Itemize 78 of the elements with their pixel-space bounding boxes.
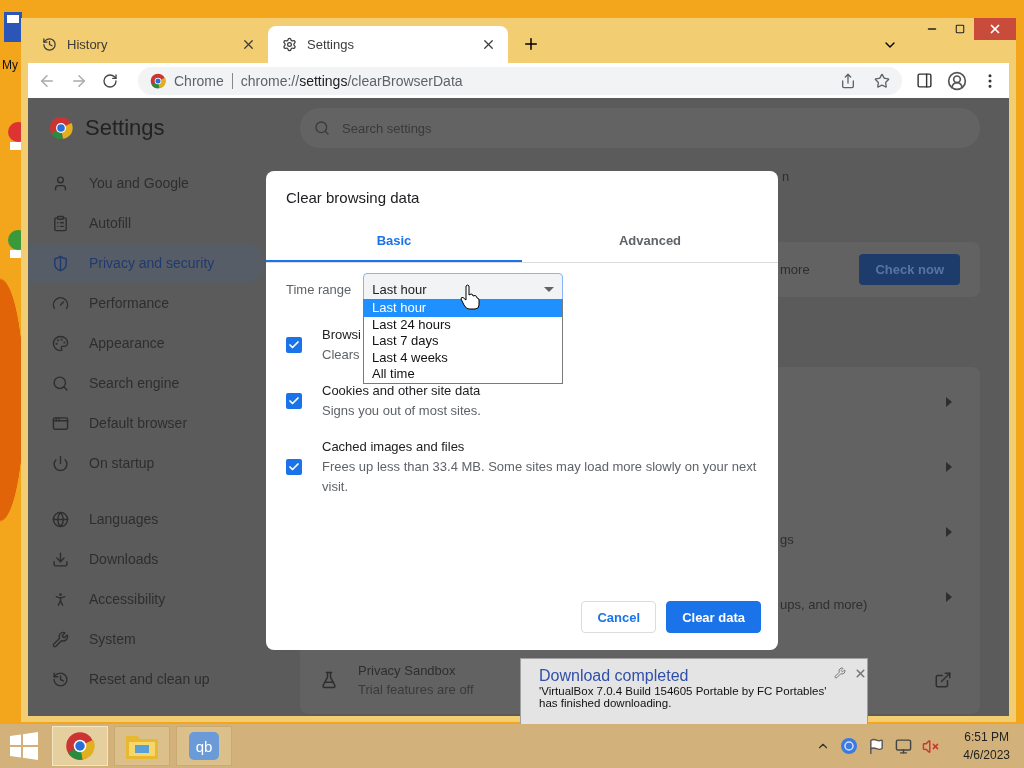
item-description: Signs you out of most sites.	[322, 402, 481, 420]
dropdown-option[interactable]: Last hour	[364, 300, 562, 317]
search-icon	[52, 374, 69, 392]
flask-icon	[320, 670, 338, 689]
network-icon[interactable]	[895, 737, 913, 755]
dialog-title: Clear browsing data	[286, 189, 421, 206]
chrome-logo-icon	[65, 731, 95, 761]
flag-icon[interactable]	[868, 737, 886, 755]
clipboard-icon	[52, 214, 69, 232]
gauge-icon	[52, 294, 69, 312]
address-bar[interactable]: Chrome chrome://settings/clearBrowserData	[138, 66, 902, 95]
tab-title: History	[67, 37, 109, 52]
profile-icon[interactable]	[947, 70, 967, 91]
download-icon	[52, 550, 69, 568]
desktop-icon-label[interactable]: My	[2, 58, 18, 72]
site-label: Chrome	[174, 72, 224, 89]
notification-title: Download completed	[539, 667, 690, 685]
notification-message: has finished downloading.	[539, 697, 673, 709]
palette-icon	[52, 334, 69, 352]
chrome-logo-icon	[150, 72, 166, 89]
checkbox[interactable]	[286, 393, 302, 409]
check-now-button[interactable]: Check now	[859, 254, 960, 285]
item-title: Cached images and files	[322, 438, 465, 456]
settings-icon	[282, 37, 297, 52]
wrench-icon[interactable]	[834, 667, 847, 679]
check-icon	[288, 395, 300, 407]
url-text: chrome://settings/clearBrowserData	[240, 72, 463, 89]
browser-tab[interactable]: Settings	[268, 26, 508, 63]
checkbox[interactable]	[286, 459, 302, 475]
side-panel-icon[interactable]	[916, 72, 933, 89]
search-icon	[314, 120, 330, 136]
item-title: Browsi	[322, 326, 361, 344]
close-icon[interactable]	[481, 37, 496, 52]
globe-icon	[52, 510, 69, 528]
caret-icon	[544, 287, 555, 292]
taskbar-app-button[interactable]: qb	[176, 726, 232, 766]
item-title: Cookies and other site data	[322, 382, 481, 400]
maximize-icon	[955, 24, 965, 34]
page-title: Settings	[85, 115, 165, 141]
new-tab-icon[interactable]	[522, 35, 540, 53]
close-button[interactable]	[974, 18, 1016, 40]
item-description: Clears	[322, 346, 360, 364]
sidebar-item[interactable]: Privacy and security	[28, 243, 265, 283]
folder-icon	[126, 733, 158, 759]
start-icon[interactable]	[10, 732, 38, 760]
bookmark-icon[interactable]	[874, 72, 890, 89]
clock[interactable]: 6:51 PM 4/6/2023	[963, 728, 1010, 764]
checkbox[interactable]	[286, 337, 302, 353]
share-icon[interactable]	[840, 72, 856, 89]
chevron-right-icon	[946, 461, 952, 472]
power-icon	[52, 454, 69, 472]
reload-icon[interactable]	[102, 72, 118, 89]
cancel-button[interactable]: Cancel	[581, 601, 657, 633]
tray-app-icon[interactable]	[840, 737, 859, 755]
tab-title: Settings	[307, 37, 355, 52]
dialog-tab[interactable]: Basic	[266, 220, 522, 262]
field-label: Time range	[286, 282, 352, 297]
clear-data-button[interactable]: Clear data	[666, 601, 761, 633]
history-icon	[42, 37, 57, 52]
notification-message: 'VirtualBox 7.0.4 Build 154605 Portable by FC Portables'	[539, 685, 827, 697]
close-icon	[988, 22, 1002, 36]
shield-icon	[52, 254, 69, 272]
speaker-muted-icon[interactable]	[922, 737, 940, 755]
chevron-right-icon	[946, 396, 952, 407]
check-icon	[288, 339, 300, 351]
check-icon	[288, 461, 300, 473]
item-description: Frees up less than 33.4 MB. Some sites may load more slowly on your next visit.	[322, 458, 758, 496]
chevron-right-icon	[946, 591, 952, 602]
wrench-icon	[52, 630, 69, 648]
dialog-tab[interactable]: Advanced	[522, 220, 778, 262]
window-icon	[52, 414, 69, 432]
chevron-right-icon	[946, 526, 952, 537]
desktop-icon[interactable]	[4, 12, 22, 42]
person-icon	[52, 174, 69, 192]
chrome-logo-icon	[49, 116, 73, 140]
close-icon[interactable]	[241, 37, 256, 52]
browser-tab[interactable]: History	[28, 26, 268, 63]
history-icon	[52, 670, 69, 688]
